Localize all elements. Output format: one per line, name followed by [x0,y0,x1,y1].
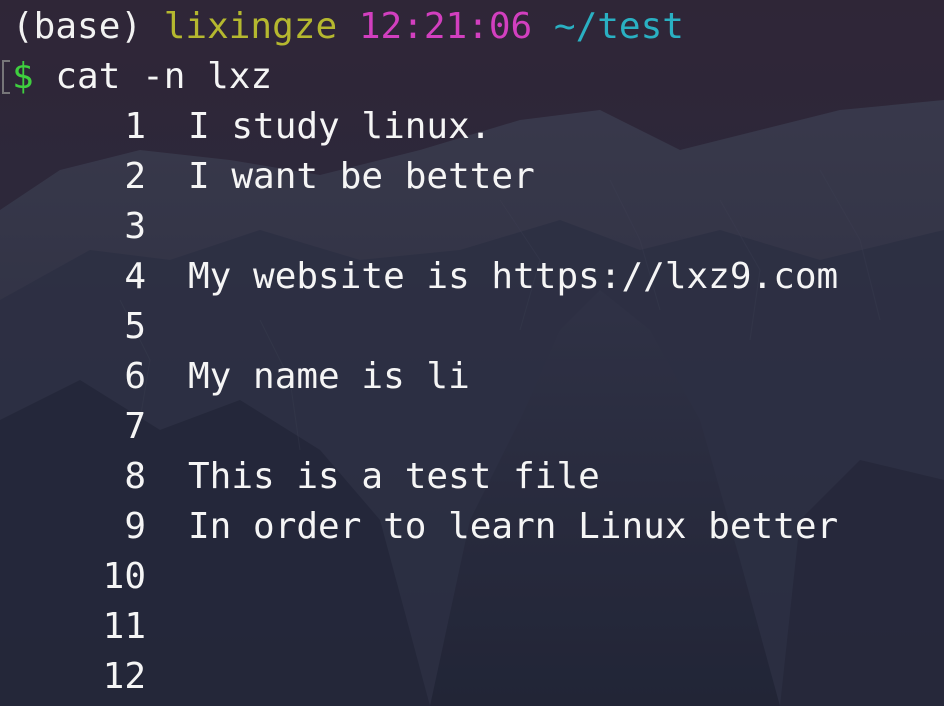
shell-prompt: (base) lixingze 12:21:06 ~/test [12,2,684,52]
output-line: In order to learn Linux better [188,506,839,547]
output-line: My name is li [188,356,470,397]
output-line: I study linux. [188,106,492,147]
prompt-symbol: $ [12,56,34,97]
line-number: 10 [102,556,146,597]
line-number: 6 [124,356,146,397]
conda-env-label: (base) [12,6,143,47]
prompt-username: lixingze [163,6,338,47]
output-line: This is a test file [188,456,600,497]
command-line[interactable]: $ cat -n lxz [12,52,272,102]
line-number: 7 [124,406,146,447]
mark-bracket-icon [2,60,10,94]
output-line: I want be better [188,156,535,197]
terminal-window[interactable]: (base) lixingze 12:21:06 ~/test $ cat -n… [0,0,944,706]
line-number: 3 [124,206,146,247]
output-line: My website is https://lxz9.com [188,256,839,297]
line-number: 4 [124,256,146,297]
line-number: 11 [102,606,146,647]
line-number: 5 [124,306,146,347]
line-number: 2 [124,156,146,197]
line-number: 9 [124,506,146,547]
prompt-time: 12:21:06 [358,6,533,47]
command-text: cat -n lxz [55,56,273,97]
line-number: 1 [124,106,146,147]
line-number: 12 [102,656,146,697]
line-number: 8 [124,456,146,497]
prompt-path: ~/test [553,6,684,47]
